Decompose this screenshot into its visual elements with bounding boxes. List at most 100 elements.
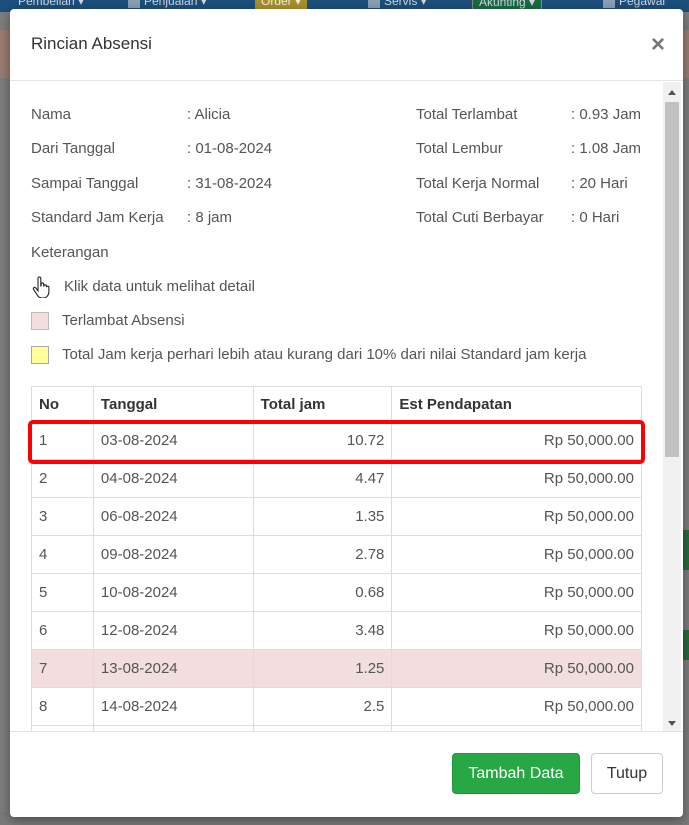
table-row[interactable]: 4 09-08-2024 2.78 Rp 50,000.00 (31, 535, 642, 574)
scroll-up-icon[interactable] (668, 90, 676, 95)
background-alert-band (0, 30, 10, 78)
cell-total-jam: 1.35 (252, 497, 393, 536)
info-label: Dari Tanggal (31, 140, 115, 157)
deviation-swatch (31, 346, 49, 364)
info-value: : 8 jam (187, 209, 233, 226)
gear-icon (368, 0, 380, 8)
info-label: Keterangan (31, 244, 109, 261)
header-no: No (31, 386, 94, 422)
info-label: Nama (31, 106, 72, 123)
info-label: Total Cuti Berbayar (416, 209, 544, 226)
cell-tanggal: 06-08-2024 (92, 497, 254, 536)
user-icon (603, 0, 615, 8)
legend-click-hint: Klik data untuk melihat detail (31, 276, 331, 300)
info-total-kerja-normal: Total Kerja Normal : 20 Hari (416, 175, 628, 192)
info-keterangan: Keterangan (31, 244, 109, 261)
info-label: Total Kerja Normal (416, 175, 540, 192)
background-right-edge (683, 12, 689, 825)
background-green-button (683, 530, 689, 570)
cell-total-jam: 1.25 (252, 649, 393, 688)
cell-total-jam: 4.47 (252, 459, 393, 498)
info-value: : 20 Hari (571, 175, 628, 192)
cell-tanggal: 10-08-2024 (92, 573, 254, 612)
background-left-edge (0, 12, 10, 825)
info-value: : 1.08 Jam (571, 140, 642, 157)
info-total-cuti-berbayar: Total Cuti Berbayar : 0 Hari (416, 209, 619, 226)
modal-header: Rincian Absensi × (10, 9, 683, 81)
info-total-terlambat: Total Terlambat : 0.93 Jam (416, 106, 641, 123)
cell-est-pendapatan: Rp 50,000.00 (391, 535, 642, 574)
info-value: : 0.93 Jam (571, 106, 642, 123)
info-value: : Alicia (187, 106, 231, 123)
legend-deviation-text: Total Jam kerja perhari lebih atau kuran… (62, 346, 587, 363)
cell-est-pendapatan: Rp 50,000.00 (391, 573, 642, 612)
cell-total-jam: 3.48 (252, 611, 393, 650)
info-value: : 31-08-2024 (187, 175, 273, 192)
cell-no: 6 (31, 611, 94, 650)
background-green-button-2 (683, 630, 689, 660)
cell-est-pendapatan: Rp 50,000.00 (391, 497, 642, 536)
info-value: : 01-08-2024 (187, 140, 273, 157)
add-data-button[interactable]: Tambah Data (452, 753, 580, 794)
modal-scrollbar[interactable] (663, 82, 681, 732)
cell-total-jam: 10.72 (252, 421, 393, 460)
attendance-table-wrapper: No Tanggal Total jam Est Pendapatan 1 03-… (31, 386, 642, 732)
info-nama: Nama : Alicia (31, 106, 230, 123)
modal-footer: Tambah Data Tutup (10, 731, 683, 817)
late-swatch (31, 312, 49, 330)
cell-est-pendapatan: Rp 50,000.00 (391, 459, 642, 498)
cell-est-pendapatan: Rp 50,000.00 (391, 611, 642, 650)
info-standard-jam-kerja: Standard Jam Kerja : 8 jam (31, 209, 232, 226)
cell-no: 8 (31, 687, 94, 726)
table-row[interactable]: 6 12-08-2024 3.48 Rp 50,000.00 (31, 611, 642, 650)
cell-no: 1 (31, 421, 94, 460)
scroll-down-icon[interactable] (668, 721, 676, 726)
info-dari-tanggal: Dari Tanggal : 01-08-2024 (31, 140, 272, 157)
legend-late-text: Terlambat Absensi (62, 312, 185, 329)
header-tanggal: Tanggal (92, 386, 254, 422)
cell-no: 3 (31, 497, 94, 536)
close-button[interactable]: Tutup (591, 753, 663, 794)
info-value: : 0 Hari (571, 209, 620, 226)
table-row[interactable]: 8 14-08-2024 2.5 Rp 50,000.00 (31, 687, 642, 726)
cell-tanggal: 09-08-2024 (92, 535, 254, 574)
background-alert-band-right (683, 30, 689, 78)
attendance-table: No Tanggal Total jam Est Pendapatan 1 03-… (31, 386, 642, 732)
legend-click-hint-text: Klik data untuk melihat detail (64, 278, 255, 295)
cell-total-jam: 0.68 (252, 573, 393, 612)
cart-icon (128, 0, 140, 8)
cell-no: 4 (31, 535, 94, 574)
cell-est-pendapatan: Rp 50,000.00 (391, 649, 642, 688)
info-sampai-tanggal: Sampai Tanggal : 31-08-2024 (31, 175, 272, 192)
info-total-lembur: Total Lembur : 1.08 Jam (416, 140, 641, 157)
cell-est-pendapatan: Rp 50,000.00 (391, 687, 642, 726)
info-label: Standard Jam Kerja (31, 209, 164, 226)
cell-tanggal: 04-08-2024 (92, 459, 254, 498)
cell-no: 2 (31, 459, 94, 498)
info-label: Total Terlambat (416, 106, 518, 123)
legend-deviation: Total Jam kerja perhari lebih atau kuran… (31, 346, 631, 366)
cell-tanggal: 14-08-2024 (92, 687, 254, 726)
modal-title: Rincian Absensi (31, 34, 152, 53)
table-row[interactable]: 2 04-08-2024 4.47 Rp 50,000.00 (31, 459, 642, 498)
hand-pointer-icon (32, 276, 50, 298)
cell-total-jam: 2.5 (252, 687, 393, 726)
scroll-thumb[interactable] (665, 102, 679, 457)
header-total-jam: Total jam (252, 386, 393, 422)
cell-no: 5 (31, 573, 94, 612)
legend-late: Terlambat Absensi (31, 312, 331, 332)
header-est-pendapatan: Est Pendapatan (391, 386, 642, 422)
cell-tanggal: 13-08-2024 (92, 649, 254, 688)
table-header-row: No Tanggal Total jam Est Pendapatan (31, 386, 642, 422)
close-icon[interactable]: × (651, 33, 665, 57)
attendance-detail-modal: Rincian Absensi × Nama : Alicia Dari Tan… (10, 9, 683, 817)
cell-est-pendapatan: Rp 50,000.00 (391, 421, 642, 460)
table-row[interactable]: 5 10-08-2024 0.68 Rp 50,000.00 (31, 573, 642, 612)
cell-total-jam: 2.78 (252, 535, 393, 574)
modal-body: Nama : Alicia Dari Tanggal : 01-08-2024 … (10, 82, 683, 732)
cell-tanggal: 12-08-2024 (92, 611, 254, 650)
table-row[interactable]: 7 13-08-2024 1.25 Rp 50,000.00 (31, 649, 642, 688)
info-label: Total Lembur (416, 140, 503, 157)
table-row[interactable]: 3 06-08-2024 1.35 Rp 50,000.00 (31, 497, 642, 536)
table-row[interactable]: 1 03-08-2024 10.72 Rp 50,000.00 (31, 421, 642, 460)
